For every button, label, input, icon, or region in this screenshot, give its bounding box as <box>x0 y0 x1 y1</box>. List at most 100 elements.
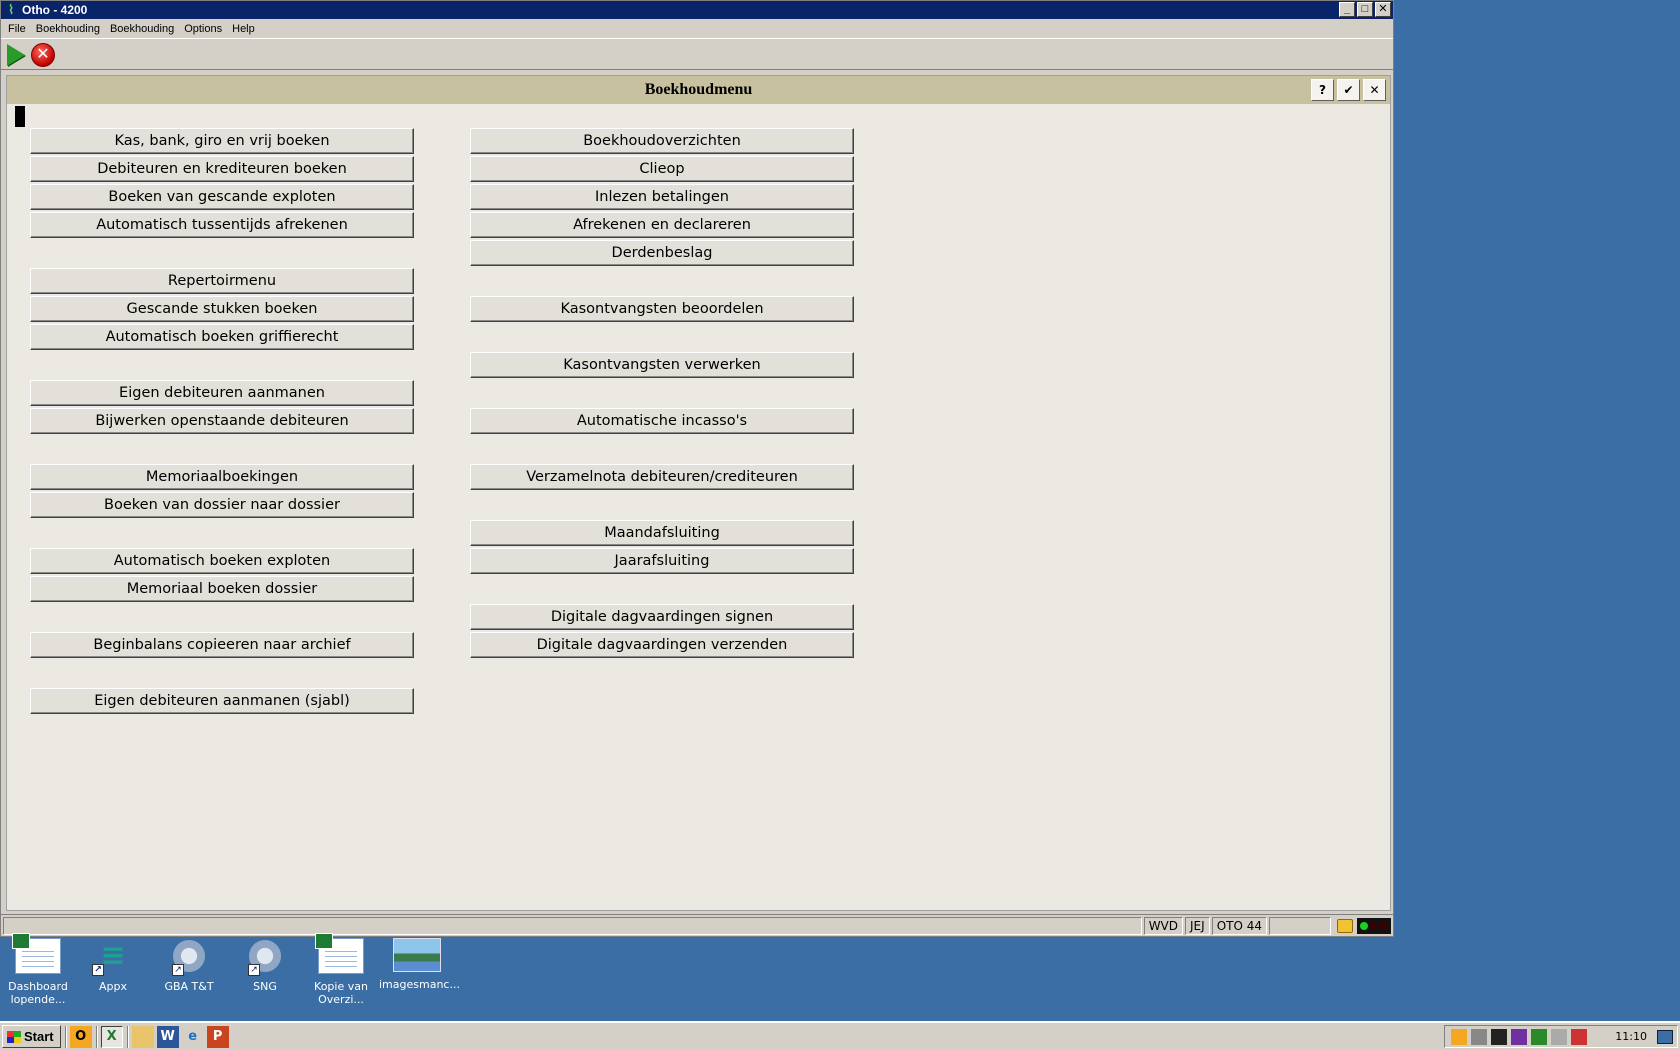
desktop-icon-label: GBA T&T <box>164 980 214 993</box>
spreadsheet-icon <box>12 933 61 974</box>
form-header: Boekhoudmenu ? ✔ ✕ <box>7 76 1390 104</box>
desktop-icon-images[interactable]: imagesmanc... <box>379 938 460 991</box>
clock[interactable]: 11:10 <box>1615 1030 1647 1043</box>
menu-file[interactable]: File <box>3 23 31 35</box>
desktop-icon-label: Dashboard lopende... <box>8 980 68 1006</box>
menu-boekhouding-1[interactable]: Boekhouding <box>31 23 105 35</box>
quicklaunch-separator <box>64 1025 67 1048</box>
btn-boeken-exploten[interactable]: Automatisch boeken exploten <box>30 548 414 574</box>
stop-icon[interactable]: ✕ <box>31 42 55 67</box>
desktop-icon-kopie[interactable]: Kopie van Overzi... <box>303 933 379 1006</box>
help-button[interactable]: ? <box>1311 79 1334 101</box>
btn-debiteuren-krediteuren[interactable]: Debiteuren en krediteuren boeken <box>30 156 414 182</box>
btn-derdenbeslag[interactable]: Derdenbeslag <box>470 240 854 266</box>
desktop-icon-gba[interactable]: ↗ GBA T&T <box>151 938 227 993</box>
btn-jaarafsluiting[interactable]: Jaarafsluiting <box>470 548 854 574</box>
app-icon: ⌇ <box>7 2 15 17</box>
minimize-button[interactable]: _ <box>1339 2 1355 17</box>
btn-boekhoudoverzichten[interactable]: Boekhoudoverzichten <box>470 128 854 154</box>
menu-help[interactable]: Help <box>227 23 260 35</box>
onenote-tray-icon[interactable] <box>1511 1028 1527 1045</box>
menu-options[interactable]: Options <box>179 23 227 35</box>
desktop-icon-sng[interactable]: ↗ SNG <box>227 938 303 993</box>
outlook-icon[interactable]: O <box>69 1025 92 1048</box>
desktop-icon-appx[interactable]: ≡ ↗ Appx <box>75 938 151 993</box>
appx-icon: ≡ ↗ <box>90 938 136 976</box>
windows-logo-icon <box>7 1030 21 1043</box>
btn-openstaande-debiteuren[interactable]: Bijwerken openstaande debiteuren <box>30 408 414 434</box>
status-office: OTO 44 <box>1211 916 1267 935</box>
btn-kasontvangsten-verwerken[interactable]: Kasontvangsten verwerken <box>470 352 854 378</box>
btn-dagvaardingen-signen[interactable]: Digitale dagvaardingen signen <box>470 604 854 630</box>
gear-sheet-icon: ↗ <box>170 938 208 976</box>
status-user: WVD <box>1143 916 1184 935</box>
lock-icon <box>1337 918 1353 933</box>
word-icon[interactable]: W <box>156 1025 179 1048</box>
btn-gescande-exploten[interactable]: Boeken van gescande exploten <box>30 184 414 210</box>
btn-dossier-naar-dossier[interactable]: Boeken van dossier naar dossier <box>30 492 414 518</box>
start-label: Start <box>24 1029 54 1044</box>
btn-maandafsluiting[interactable]: Maandafsluiting <box>470 520 854 546</box>
system-tray: 11:10 <box>1444 1025 1678 1048</box>
taskbar: Start O X W e P 11:10 <box>0 1021 1680 1050</box>
status-empty-cell <box>1269 916 1331 935</box>
network-tray-icon[interactable] <box>1551 1028 1567 1045</box>
form-close-button[interactable]: ✕ <box>1363 79 1386 101</box>
menu-boekhouding-2[interactable]: Boekhouding <box>105 23 179 35</box>
boekhoudmenu-panel: Boekhoudmenu ? ✔ ✕ Kas, bank, giro en vr… <box>6 75 1391 911</box>
title-bar[interactable]: ⌇ Otho - 4200 _ □ ✕ <box>1 1 1393 19</box>
btn-debiteuren-aanmanen[interactable]: Eigen debiteuren aanmanen <box>30 380 414 406</box>
btn-memoriaal-dossier[interactable]: Memoriaal boeken dossier <box>30 576 414 602</box>
quicklaunch-separator <box>95 1025 98 1048</box>
menu-bar: File Boekhouding Boekhouding Options Hel… <box>1 19 1393 39</box>
excel-icon[interactable]: X <box>100 1025 123 1048</box>
status-message-area <box>3 916 1142 935</box>
powerpoint-icon[interactable]: P <box>206 1025 229 1048</box>
btn-verzamelnota[interactable]: Verzamelnota debiteuren/crediteuren <box>470 464 854 490</box>
btn-automatische-incassos[interactable]: Automatische incasso's <box>470 408 854 434</box>
ok-button[interactable]: ✔ <box>1337 79 1360 101</box>
btn-beginbalans[interactable]: Beginbalans copieeren naar archief <box>30 632 414 658</box>
desktop-icon-label: Appx <box>99 980 127 993</box>
status-bar: WVD JEJ OTO 44 <box>1 914 1393 936</box>
btn-repertoirmenu[interactable]: Repertoirmenu <box>30 268 414 294</box>
shortcut-arrow-icon: ↗ <box>248 964 260 976</box>
security-tray-icon[interactable] <box>1531 1028 1547 1045</box>
play-icon[interactable] <box>7 43 25 66</box>
start-button[interactable]: Start <box>2 1025 61 1048</box>
connection-signal-icon <box>1357 917 1391 934</box>
btn-gescande-stukken[interactable]: Gescande stukken boeken <box>30 296 414 322</box>
text-cursor <box>15 106 25 127</box>
close-button[interactable]: ✕ <box>1375 2 1391 17</box>
btn-kasontvangsten-beoordelen[interactable]: Kasontvangsten beoordelen <box>470 296 854 322</box>
shortcut-arrow-icon: ↗ <box>92 964 104 976</box>
btn-inlezen-betalingen[interactable]: Inlezen betalingen <box>470 184 854 210</box>
desktop-icon-label: SNG <box>253 980 277 993</box>
btn-dagvaardingen-verzenden[interactable]: Digitale dagvaardingen verzenden <box>470 632 854 658</box>
btn-memoriaalboekingen[interactable]: Memoriaalboekingen <box>30 464 414 490</box>
toolbar: ✕ <box>1 40 1393 70</box>
app-window: ⌇ Otho - 4200 _ □ ✕ File Boekhouding Boe… <box>0 0 1394 937</box>
spreadsheet-icon <box>315 933 364 974</box>
btn-clieop[interactable]: Clieop <box>470 156 854 182</box>
btn-kas-bank-giro[interactable]: Kas, bank, giro en vrij boeken <box>30 128 414 154</box>
btn-tussentijds-afrekenen[interactable]: Automatisch tussentijds afrekenen <box>30 212 414 238</box>
caption-buttons: _ □ ✕ <box>1339 2 1391 17</box>
internet-explorer-icon[interactable]: e <box>182 1026 204 1048</box>
volume-muted-tray-icon[interactable] <box>1571 1028 1587 1045</box>
btn-debiteuren-aanmanen-sjabl[interactable]: Eigen debiteuren aanmanen (sjabl) <box>30 688 414 714</box>
btn-afrekenen-declareren[interactable]: Afrekenen en declareren <box>470 212 854 238</box>
show-desktop-icon[interactable] <box>1657 1030 1673 1044</box>
gear-sheet-icon: ↗ <box>246 938 284 976</box>
window-title: Otho - 4200 <box>22 3 88 17</box>
desktop-icon-label: imagesmanc... <box>379 978 460 991</box>
status-initials: JEJ <box>1185 916 1210 935</box>
terminal-tray-icon[interactable] <box>1491 1028 1507 1045</box>
vm-tray-icon[interactable] <box>1471 1028 1487 1045</box>
folder-icon[interactable] <box>131 1025 154 1048</box>
quicklaunch-separator <box>126 1025 129 1048</box>
desktop-icon-dashboard[interactable]: Dashboard lopende... <box>0 933 76 1006</box>
outlook-tray-icon[interactable] <box>1451 1028 1467 1045</box>
btn-griffierecht[interactable]: Automatisch boeken griffierecht <box>30 324 414 350</box>
maximize-button[interactable]: □ <box>1357 2 1373 17</box>
